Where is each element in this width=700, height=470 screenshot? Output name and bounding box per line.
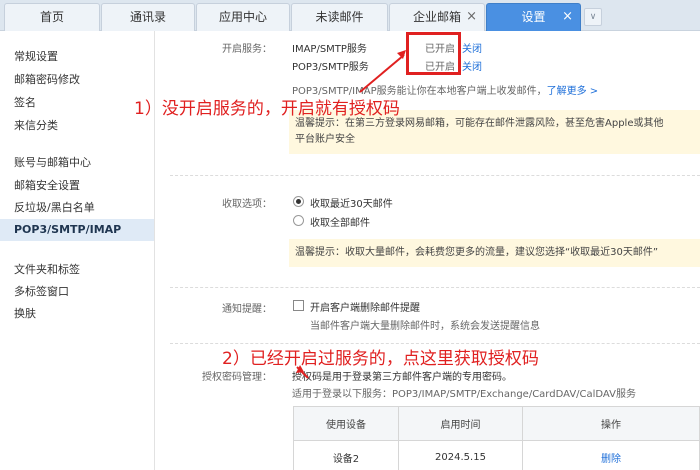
annotation-1: 1）没开启服务的，开启就有授权码 [134, 99, 400, 119]
annotation-2: 2）已经开启过服务的，点这里获取授权码 [222, 349, 539, 369]
annotation-arrows [296, 50, 406, 379]
